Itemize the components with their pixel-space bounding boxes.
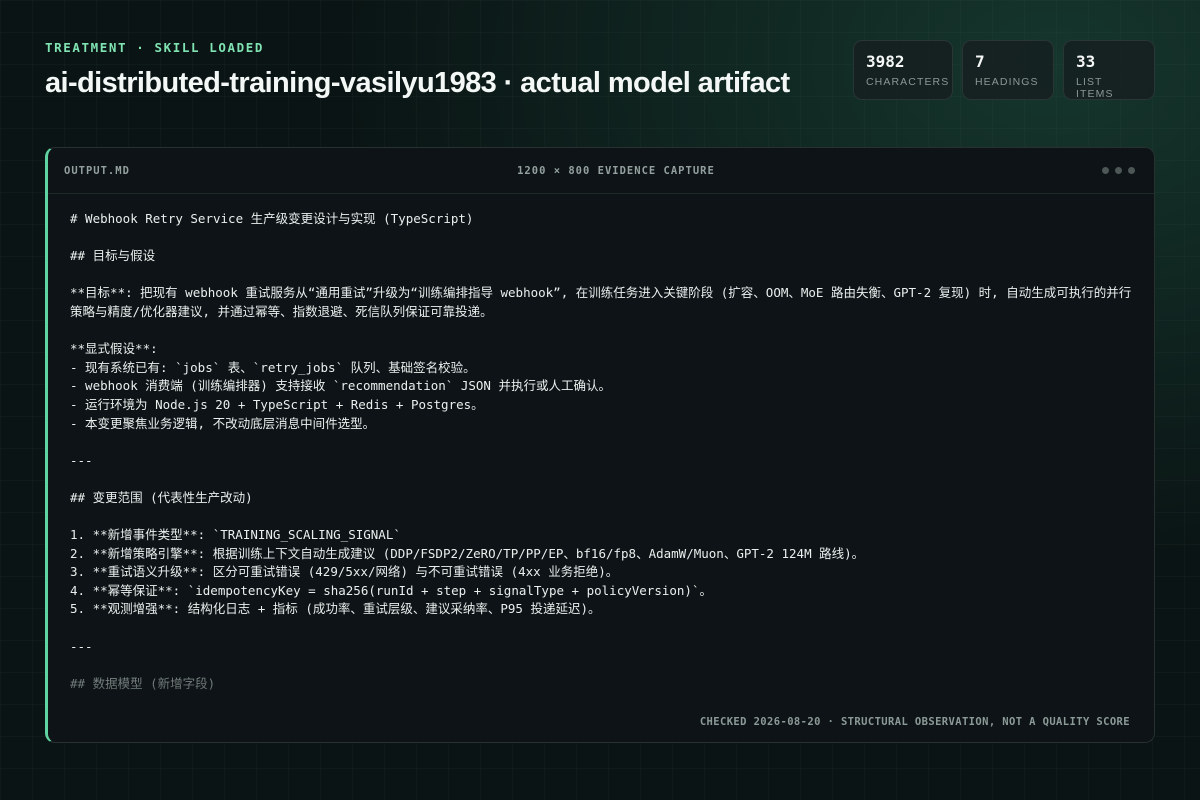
page-header: TREATMENT · SKILL LOADED ai-distributed-… [45,40,790,100]
document-line: 4. **幂等保证**: `idempotencyKey = sha256(ru… [70,582,712,598]
output-panel: OUTPUT.MD 1200 × 800 EVIDENCE CAPTURE # … [45,147,1155,743]
document-line: ## 变更范围 (代表性生产改动) [70,489,253,505]
document-line [70,656,1134,675]
dot [1102,167,1109,174]
document-line: - 本变更聚焦业务逻辑, 不改动底层消息中间件选型。 [70,415,376,431]
document-line: --- [70,638,93,654]
document-line: ## 目标与假设 [70,248,156,264]
document-line: 2. **新增策略引擎**: 根据训练上下文自动生成建议 (DDP/FSDP2/… [70,545,865,561]
stat-label: LIST ITEMS [1076,76,1114,100]
document-line [70,266,1134,285]
stat-value: 3982 [866,52,905,71]
document-line: # Webhook Retry Service 生产级变更设计与实现 (Type… [70,211,474,226]
document-line: ## 数据模型 (新增字段) [70,675,216,691]
document-line [70,619,1134,638]
panel-caption: 1200 × 800 EVIDENCE CAPTURE [517,164,715,177]
stats-group: 3982 CHARACTERS 7 HEADINGS 33 LIST ITEMS [853,40,1155,100]
panel-titlebar: OUTPUT.MD 1200 × 800 EVIDENCE CAPTURE [48,148,1154,194]
document-line: 3. **重试语义升级**: 区分可重试错误 (429/5xx/网络) 与不可重… [70,564,619,580]
document-line: --- [70,452,93,468]
document-line: - 现有系统已有: `jobs` 表、`retry_jobs` 队列、基础签名校… [70,359,476,375]
document-line [70,508,1134,527]
stat-label: CHARACTERS [866,76,950,88]
page-title: ai-distributed-training-vasilyu1983 · ac… [45,67,790,99]
document-line [70,433,1134,452]
eyebrow-label: TREATMENT · SKILL LOADED [45,40,265,55]
document-line: **显式假设**: [70,341,158,357]
stat-value: 7 [975,52,985,71]
panel-footer-note: CHECKED 2026-08-20 · STRUCTURAL OBSERVAT… [699,716,1130,728]
document-line: 5. **观测增强**: 结构化日志 + 指标 (成功率、重试层级、建议采纳率、… [70,601,601,617]
panel-filename: OUTPUT.MD [64,164,130,177]
dot [1115,167,1122,174]
document-line: **目标**: 把现有 webhook 重试服务从“通用重试”升级为“训练编排指… [70,285,1132,319]
document-line [70,322,1134,341]
stat-label: HEADINGS [975,76,1039,88]
three-dots-icon[interactable] [1102,167,1135,174]
stat-value: 33 [1076,52,1096,71]
document-line: 1. **新增事件类型**: `TRAINING_SCALING_SIGNAL` [70,527,401,543]
document-line [70,229,1134,248]
stat-card-headings: 7 HEADINGS [962,40,1054,100]
dot [1128,167,1135,174]
stat-card-characters: 3982 CHARACTERS [853,40,953,100]
stat-card-list-items: 33 LIST ITEMS [1063,40,1155,100]
document-body: # Webhook Retry Service 生产级变更设计与实现 (Type… [70,210,1134,710]
document-line: - 运行环境为 Node.js 20 + TypeScript + Redis … [70,396,484,412]
document-line: - webhook 消费端 (训练编排器) 支持接收 `recommendati… [70,378,611,394]
document-line [70,470,1134,489]
